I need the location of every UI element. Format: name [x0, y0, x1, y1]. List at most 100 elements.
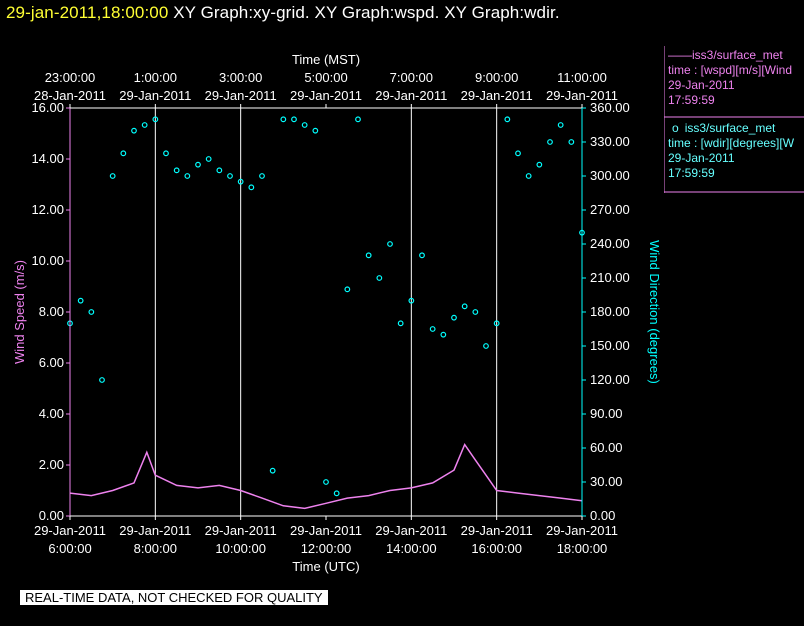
- wdir-marker: [568, 139, 575, 145]
- wdir-marker: [323, 479, 329, 485]
- right-tick-label: 210.00: [590, 270, 630, 285]
- wdir-marker: [355, 116, 361, 123]
- top-tick-date: 29-Jan-2011: [205, 88, 277, 103]
- wdir-marker: [205, 156, 212, 162]
- wdir-marker: [440, 331, 447, 338]
- wdir-marker: [483, 343, 489, 349]
- wdir-marker: [397, 320, 404, 327]
- wdir-marker: [248, 184, 255, 191]
- wdir-marker: [365, 252, 372, 259]
- right-tick-label: 300.00: [590, 168, 630, 183]
- legend-wspd-variable: time : [wspd][m/s][Wind: [668, 63, 793, 77]
- top-tick-time: 3:00:00: [219, 70, 262, 85]
- right-tick-label: 240.00: [590, 236, 630, 251]
- wdir-marker: [280, 116, 287, 123]
- wdir-marker: [99, 377, 105, 383]
- bottom-tick-date: 29-Jan-2011: [205, 523, 277, 538]
- legend-line-symbol: ——: [668, 48, 692, 62]
- wdir-marker: [141, 122, 148, 128]
- right-tick-label: 270.00: [590, 202, 630, 217]
- wdir-marker: [536, 161, 543, 168]
- top-tick-date: 29-Jan-2011: [119, 88, 191, 103]
- wdir-marker: [387, 241, 393, 247]
- wdir-marker: [525, 173, 532, 179]
- top-tick-date: 29-Jan-2011: [375, 88, 447, 103]
- wdir-marker: [109, 173, 116, 179]
- bottom-tick-date: 29-Jan-2011: [546, 523, 618, 538]
- right-tick-label: 90.00: [590, 406, 623, 421]
- wdir-marker: [344, 286, 351, 293]
- left-tick-label: 10.00: [31, 253, 64, 268]
- left-tick-label: 8.00: [39, 304, 64, 319]
- left-tick-label: 0.00: [39, 508, 64, 523]
- top-tick-time: 5:00:00: [304, 70, 347, 85]
- top-tick-time: 11:00:00: [557, 70, 607, 85]
- legend-wspd-time: 17:59:59: [668, 93, 715, 107]
- left-tick-label: 2.00: [39, 457, 64, 472]
- legend-wdir-date: 29-Jan-2011: [668, 151, 735, 165]
- top-tick-date: 29-Jan-2011: [546, 88, 618, 103]
- left-tick-label: 12.00: [31, 202, 64, 217]
- wdir-marker: [419, 252, 425, 259]
- bottom-tick-date: 29-Jan-2011: [34, 523, 106, 538]
- top-tick-time: 1:00:00: [134, 70, 177, 85]
- wdir-marker: [451, 314, 457, 321]
- top-axis-label: Time (MST): [292, 52, 360, 67]
- right-axis-label: Wind Direction (degrees): [647, 240, 662, 384]
- wdir-marker: [376, 275, 383, 281]
- wdir-marker: [461, 303, 468, 310]
- wdir-marker: [515, 150, 521, 157]
- top-tick-time: 23:00:00: [45, 70, 96, 85]
- top-tick-date: 29-Jan-2011: [461, 88, 533, 103]
- legend-wdir-variable: time : [wdir][degrees][W: [668, 136, 795, 150]
- wdir-marker: [504, 116, 511, 123]
- wdir-marker: [163, 150, 169, 157]
- right-tick-label: 150.00: [590, 338, 630, 353]
- bottom-axis-label: Time (UTC): [292, 559, 359, 574]
- bottom-tick-date: 29-Jan-2011: [290, 523, 362, 538]
- wdir-marker: [120, 150, 127, 157]
- legend-wdir-entry: o iss3/surface_met time : [wdir][degrees]…: [668, 121, 794, 181]
- left-tick-label: 6.00: [39, 355, 64, 370]
- wdir-marker: [259, 173, 265, 179]
- wdir-marker: [301, 122, 308, 128]
- wdir-marker: [429, 326, 436, 332]
- bottom-tick-time: 18:00:00: [557, 541, 608, 556]
- right-tick-label: 120.00: [590, 372, 630, 387]
- legend-marker-symbol: o: [672, 121, 679, 135]
- wdir-marker: [88, 309, 95, 315]
- bottom-tick-time: 8:00:00: [134, 541, 177, 556]
- bottom-tick-time: 10:00:00: [215, 541, 266, 556]
- quality-warning-banner: REAL-TIME DATA, NOT CHECKED FOR QUALITY: [20, 590, 328, 605]
- wdir-marker: [269, 467, 276, 474]
- legend-wspd-entry: ——iss3/surface_met time : [wspd][m/s][Wi…: [668, 48, 792, 108]
- wdir-marker: [195, 161, 201, 168]
- wspd-line: [69, 443, 583, 510]
- bottom-tick-time: 16:00:00: [471, 541, 522, 556]
- wdir-marker: [131, 127, 137, 134]
- wdir-marker: [216, 167, 223, 174]
- bottom-tick-date: 29-Jan-2011: [375, 523, 447, 538]
- bottom-tick-time: 6:00:00: [48, 541, 91, 556]
- legend-wdir-title: iss3/surface_met: [684, 121, 776, 135]
- right-tick-label: 330.00: [590, 134, 630, 149]
- left-tick-label: 14.00: [31, 151, 64, 166]
- left-axis-label: Wind Speed (m/s): [12, 260, 27, 364]
- wdir-marker: [227, 173, 233, 179]
- legend-wspd-date: 29-Jan-2011: [668, 78, 735, 92]
- right-tick-label: 0.00: [590, 508, 615, 523]
- top-tick-time: 9:00:00: [475, 70, 518, 85]
- wdir-marker: [472, 309, 479, 315]
- bottom-tick-date: 29-Jan-2011: [461, 523, 533, 538]
- legend-wspd-title: iss3/surface_met: [692, 48, 783, 62]
- wdir-marker: [333, 490, 340, 497]
- top-tick-time: 7:00:00: [390, 70, 433, 85]
- legend-wdir-time: 17:59:59: [668, 166, 715, 180]
- wdir-marker: [173, 167, 180, 174]
- top-tick-date: 28-Jan-2011: [34, 88, 106, 103]
- wdir-marker: [312, 127, 319, 134]
- bottom-tick-time: 12:00:00: [301, 541, 352, 556]
- left-tick-label: 4.00: [39, 406, 64, 421]
- wdir-marker: [184, 173, 191, 179]
- right-tick-label: 180.00: [590, 304, 630, 319]
